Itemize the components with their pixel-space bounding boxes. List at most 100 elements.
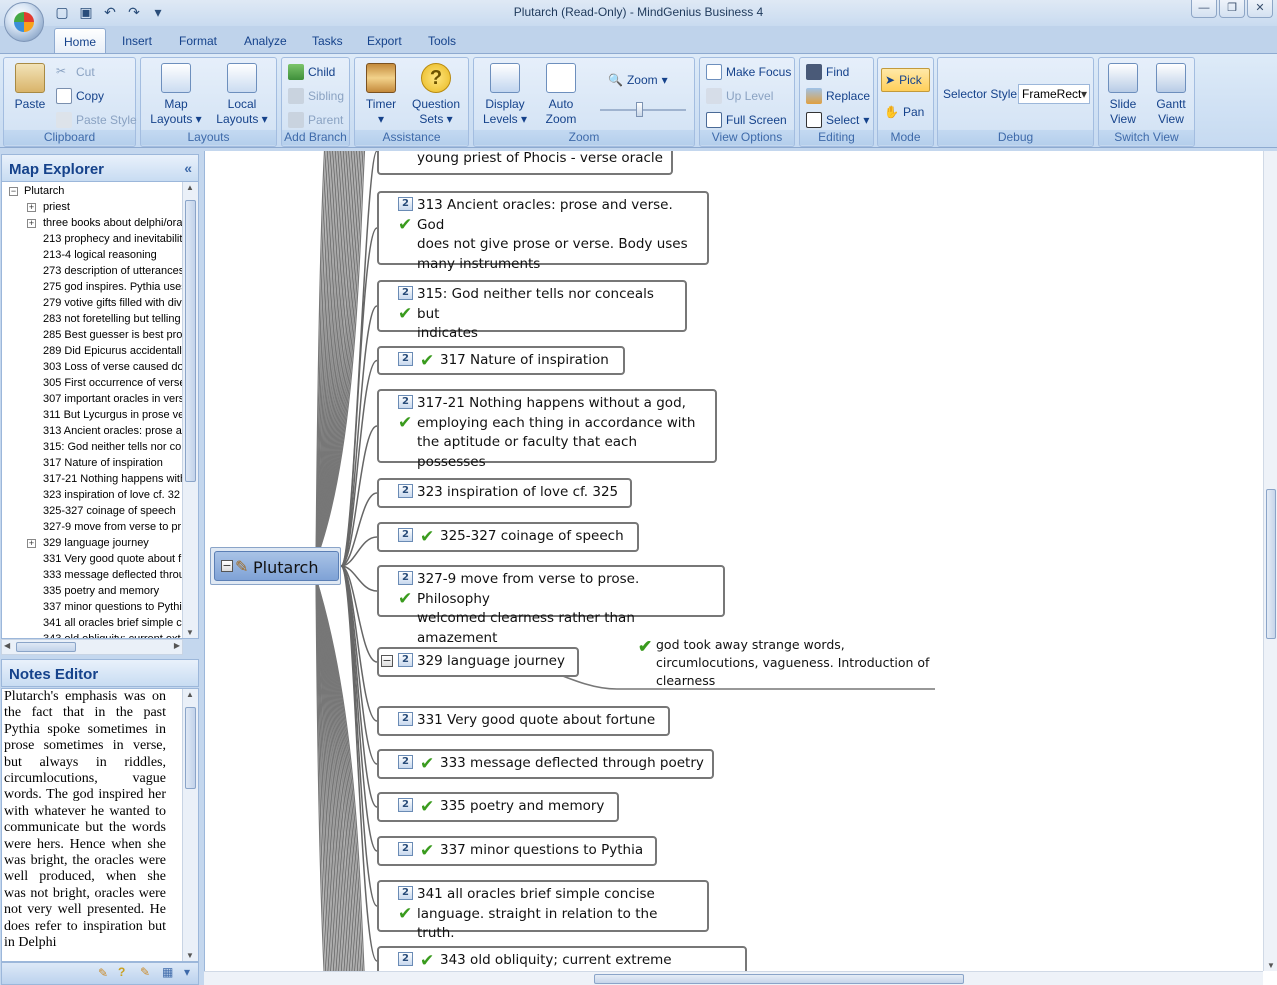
- tab-analyze[interactable]: Analyze: [236, 32, 295, 50]
- map-node[interactable]: 2 ✔ 327-9 move from verse to prose. Philos…: [377, 565, 725, 646]
- tree-item[interactable]: +329 language journey: [2, 536, 184, 552]
- add-sibling-button[interactable]: Sibling: [288, 86, 344, 106]
- sub-branch-text[interactable]: god took away strange words, circumlocut…: [656, 636, 936, 690]
- find-button[interactable]: Find: [806, 62, 849, 82]
- collapse-panel-icon[interactable]: «: [184, 160, 192, 176]
- notes-text[interactable]: Plutarch's emphasis was on the fact that…: [4, 689, 166, 952]
- pencil-icon[interactable]: ✎: [98, 966, 108, 980]
- application-menu-button[interactable]: [4, 2, 44, 42]
- map-canvas[interactable]: young priest of Phocis - verse oracle 2 ✔…: [204, 151, 1277, 985]
- map-node[interactable]: 2 ✔ 315: God neither tells nor conceals bu…: [377, 280, 687, 341]
- tab-tools[interactable]: Tools: [420, 32, 464, 50]
- zoom-slider[interactable]: [600, 102, 686, 117]
- tree-item[interactable]: 305 First occurrence of verse: [2, 376, 184, 392]
- collapse-icon[interactable]: −: [9, 187, 18, 196]
- tree-scroll-thumb[interactable]: [185, 200, 196, 482]
- select-button[interactable]: Select ▾: [806, 110, 869, 130]
- tab-format[interactable]: Format: [171, 32, 225, 50]
- central-topic-box[interactable]: − ✎ Plutarch: [214, 551, 339, 581]
- tree-item[interactable]: 279 votive gifts filled with div: [2, 296, 184, 312]
- tree-item[interactable]: 341 all oracles brief simple co: [2, 616, 184, 632]
- canvas-horizontal-scrollbar[interactable]: [204, 971, 1263, 985]
- tree-item[interactable]: 273 description of utterances: [2, 264, 184, 280]
- tree-item[interactable]: 317 Nature of inspiration: [2, 456, 184, 472]
- map-node[interactable]: 2 ✔ 317 Nature of inspiration: [377, 346, 625, 375]
- map-node[interactable]: 2 ✔ 333 message deflected through poetry: [377, 749, 714, 779]
- map-node[interactable]: 2 ✔ 335 poetry and memory: [377, 792, 619, 822]
- pick-button[interactable]: ➤ Pick: [881, 68, 930, 92]
- up-level-button[interactable]: Up Level: [706, 86, 773, 106]
- tree-item[interactable]: 307 important oracles in vers: [2, 392, 184, 408]
- map-node[interactable]: 2− 329 language journey: [377, 647, 579, 677]
- full-screen-button[interactable]: Full Screen: [706, 110, 787, 130]
- collapse-branch-icon[interactable]: −: [381, 655, 393, 667]
- tab-export[interactable]: Export: [359, 32, 410, 50]
- paste-button[interactable]: Paste: [8, 63, 52, 112]
- table-icon[interactable]: ▦: [162, 965, 173, 979]
- question-sets-button[interactable]: ? Question Sets ▾: [407, 63, 465, 127]
- tree-root[interactable]: − Plutarch: [2, 184, 184, 200]
- tree-item[interactable]: 311 But Lycurgus in prose ve: [2, 408, 184, 424]
- tree-item[interactable]: 333 message deflected throu: [2, 568, 184, 584]
- scroll-left-icon[interactable]: ◀: [4, 641, 10, 650]
- edit-icon[interactable]: ✎: [140, 965, 150, 979]
- scroll-up-icon[interactable]: ▲: [186, 183, 194, 192]
- map-layouts-button[interactable]: Map Layouts ▾: [147, 63, 205, 127]
- tree-item[interactable]: 317-21 Nothing happens with: [2, 472, 184, 488]
- help-icon[interactable]: ?: [118, 965, 125, 979]
- collapse-central-icon[interactable]: −: [221, 560, 233, 572]
- timer-button[interactable]: Timer ▾: [359, 63, 403, 127]
- tree-item[interactable]: 213-4 logical reasoning: [2, 248, 184, 264]
- map-node[interactable]: 2 ✔ 325-327 coinage of speech: [377, 522, 639, 552]
- tree-item[interactable]: 335 poetry and memory: [2, 584, 184, 600]
- tree-item[interactable]: 289 Did Epicurus accidentally: [2, 344, 184, 360]
- tree-item[interactable]: 275 god inspires. Pythia uses: [2, 280, 184, 296]
- tab-home[interactable]: Home: [54, 28, 107, 53]
- replace-button[interactable]: Replace: [806, 86, 870, 106]
- map-node[interactable]: 2 ✔ 341 all oracles brief simple concise la…: [377, 880, 709, 941]
- map-node[interactable]: 2 331 Very good quote about fortune: [377, 706, 670, 736]
- tree-item[interactable]: 315: God neither tells nor co: [2, 440, 184, 456]
- maximize-button[interactable]: ❐: [1219, 0, 1245, 18]
- copy-button[interactable]: Copy: [56, 86, 104, 106]
- scroll-up-icon[interactable]: ▲: [186, 690, 194, 699]
- display-levels-button[interactable]: Display Levels ▾: [480, 63, 530, 127]
- scroll-down-icon[interactable]: ▼: [1267, 961, 1275, 970]
- tab-tasks[interactable]: Tasks: [304, 32, 351, 50]
- tree-item[interactable]: 331 Very good quote about f: [2, 552, 184, 568]
- tree-item[interactable]: 325-327 coinage of speech: [2, 504, 184, 520]
- map-node[interactable]: 2 ✔ 317-21 Nothing happens without a god, e…: [377, 389, 717, 470]
- scroll-right-icon[interactable]: ▶: [174, 641, 180, 650]
- map-node[interactable]: 2 ✔ 337 minor questions to Pythia: [377, 836, 657, 866]
- scroll-down-icon[interactable]: ▼: [186, 951, 194, 960]
- local-layouts-button[interactable]: Local Layouts ▾: [213, 63, 271, 127]
- scroll-down-icon[interactable]: ▼: [186, 628, 194, 637]
- map-node[interactable]: 2 ✔ 313 Ancient oracles: prose and verse. …: [377, 191, 709, 272]
- tree-item[interactable]: 323 inspiration of love cf. 32: [2, 488, 184, 504]
- notes-vertical-scrollbar[interactable]: ▲ ▼: [182, 689, 198, 961]
- zoom-dropdown[interactable]: 🔍 Zoom ▾: [608, 70, 668, 90]
- notes-editor[interactable]: Plutarch's emphasis was on the fact that…: [1, 688, 199, 962]
- canvas-hscroll-thumb[interactable]: [594, 974, 964, 984]
- tree-item[interactable]: 343 old obliquity; current ext: [2, 632, 184, 638]
- map-node[interactable]: 2 323 inspiration of love cf. 325: [377, 478, 632, 508]
- cut-button[interactable]: ✂ Cut: [56, 62, 95, 82]
- tree-item[interactable]: 285 Best guesser is best prop: [2, 328, 184, 344]
- close-button[interactable]: ✕: [1247, 0, 1273, 18]
- tree-item[interactable]: + priest: [2, 200, 184, 216]
- notes-scroll-thumb[interactable]: [185, 707, 196, 789]
- tree-vertical-scrollbar[interactable]: ▲ ▼: [182, 182, 198, 638]
- make-focus-button[interactable]: Make Focus: [706, 62, 791, 82]
- add-parent-button[interactable]: Parent: [288, 110, 343, 130]
- chevron-down-icon[interactable]: ▾: [184, 965, 190, 979]
- slide-view-button[interactable]: Slide View: [1103, 63, 1143, 127]
- expand-icon[interactable]: +: [27, 203, 36, 212]
- pan-button[interactable]: ✋ Pan: [884, 102, 924, 122]
- tree-item[interactable]: 327-9 move from verse to pr: [2, 520, 184, 536]
- auto-zoom-button[interactable]: Auto Zoom: [538, 63, 584, 127]
- canvas-scroll-thumb[interactable]: [1266, 489, 1276, 639]
- tree-item[interactable]: 337 minor questions to Pythi: [2, 600, 184, 616]
- gantt-view-button[interactable]: Gantt View: [1151, 63, 1191, 127]
- add-child-button[interactable]: Child: [288, 62, 335, 82]
- tree-item[interactable]: + three books about delphi/ora: [2, 216, 184, 232]
